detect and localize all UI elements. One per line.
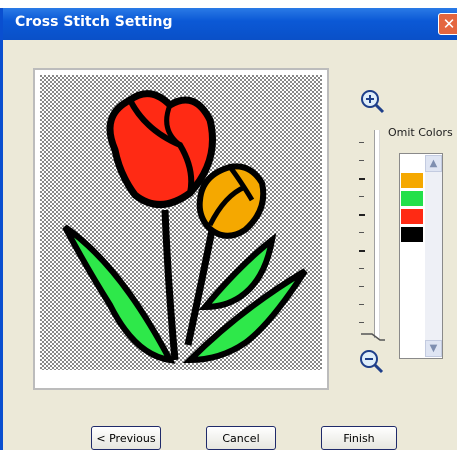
previous-button[interactable]: < Previous xyxy=(91,426,161,450)
scroll-up-icon[interactable]: ▲ xyxy=(425,155,442,172)
finish-button[interactable]: Finish xyxy=(321,426,397,450)
color-swatch-red[interactable] xyxy=(401,209,423,224)
preview-canvas xyxy=(33,68,329,390)
slider-tick xyxy=(359,178,365,180)
zoom-in-icon[interactable] xyxy=(359,88,385,114)
close-icon: ✕ xyxy=(442,14,456,33)
dialog-window: Cross Stitch Setting ✕ Omit Colors ▲ ▼ <… xyxy=(0,8,457,450)
slider-tick xyxy=(359,286,364,287)
color-list-scrollbar[interactable]: ▲ ▼ xyxy=(425,155,442,357)
slider-tick xyxy=(359,250,365,252)
color-swatch-green[interactable] xyxy=(401,191,423,206)
window-title: Cross Stitch Setting xyxy=(15,14,173,30)
slider-tick xyxy=(359,214,365,216)
omit-colors-label: Omit Colors xyxy=(388,126,453,139)
title-bar: Cross Stitch Setting ✕ xyxy=(3,8,457,40)
omit-colors-list[interactable]: ▲ ▼ xyxy=(399,153,443,359)
slider-tick xyxy=(359,196,364,197)
color-swatch-white[interactable] xyxy=(401,155,423,170)
close-button[interactable]: ✕ xyxy=(438,13,457,35)
slider-tick xyxy=(359,232,364,233)
slider-tick xyxy=(359,304,364,305)
tulip-preview-image xyxy=(40,75,322,370)
slider-thumb[interactable] xyxy=(360,330,386,342)
color-swatch-black[interactable] xyxy=(401,227,423,242)
slider-tick xyxy=(359,322,364,323)
zoom-out-icon[interactable] xyxy=(358,348,384,374)
slider-tick xyxy=(359,268,364,269)
color-swatch-orange[interactable] xyxy=(401,173,423,188)
slider-tick xyxy=(359,142,364,143)
scroll-down-icon[interactable]: ▼ xyxy=(425,340,442,357)
slider-tick xyxy=(359,160,364,161)
cancel-button[interactable]: Cancel xyxy=(206,426,276,450)
zoom-slider[interactable] xyxy=(374,130,380,338)
